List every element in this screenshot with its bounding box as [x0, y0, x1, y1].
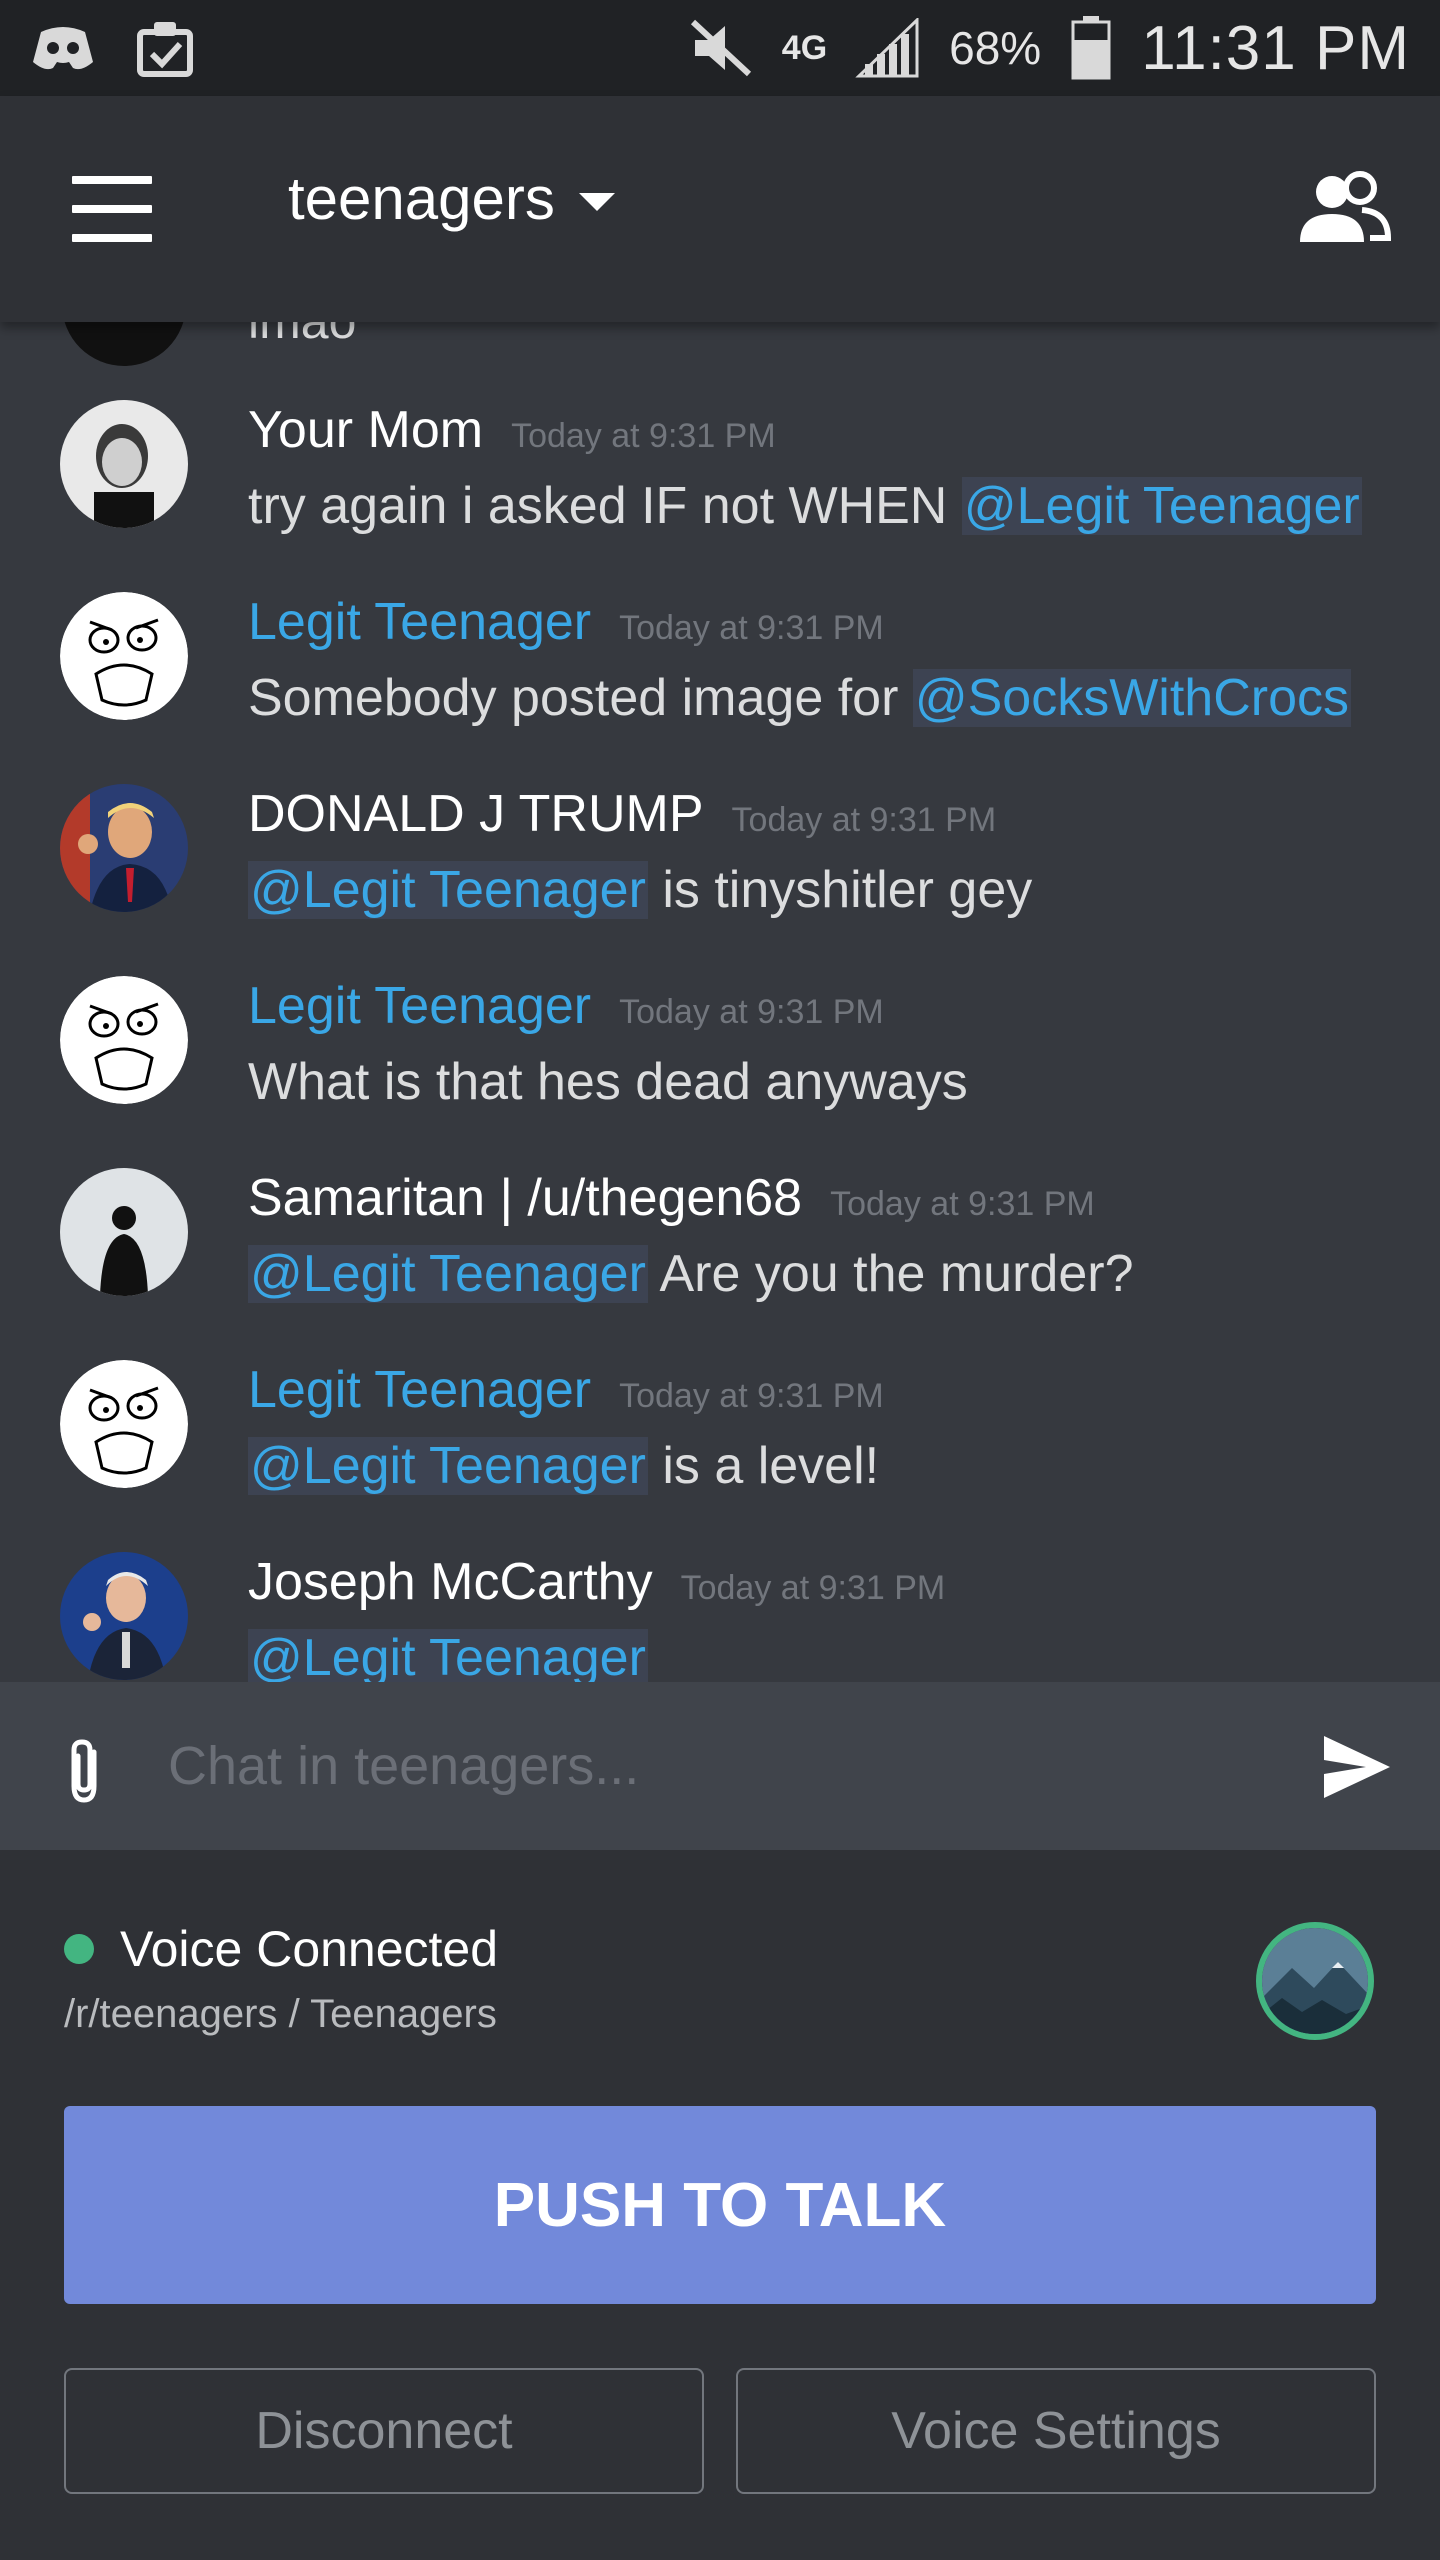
- list-item: Samaritan | /u/thegen68 Today at 9:31 PM…: [0, 1168, 1440, 1348]
- disconnect-button[interactable]: Disconnect: [64, 2368, 704, 2494]
- timestamp: Today at 9:31 PM: [830, 1185, 1095, 1223]
- timestamp: Today at 9:31 PM: [511, 417, 776, 455]
- message-text: try again i asked IF not WHEN @Legit Tee…: [248, 477, 1362, 535]
- members-icon[interactable]: [1296, 170, 1392, 250]
- push-to-talk-button[interactable]: PUSH TO TALK: [64, 2106, 1376, 2304]
- message-text: @Legit Teenager Are you the murder?: [248, 1245, 1134, 1303]
- author-name[interactable]: Samaritan | /u/thegen68: [248, 1168, 802, 1228]
- author-name[interactable]: Legit Teenager: [248, 1360, 591, 1420]
- avatar[interactable]: [60, 1360, 188, 1488]
- user-mention[interactable]: @Legit Teenager: [961, 477, 1362, 535]
- timestamp: Today at 9:31 PM: [680, 1569, 946, 1607]
- voice-settings-button[interactable]: Voice Settings: [736, 2368, 1376, 2494]
- user-mention[interactable]: @SocksWithCrocs: [912, 669, 1352, 727]
- user-mention[interactable]: @Legit Teenager: [248, 1437, 648, 1495]
- status-bar: 4G 68% 11:31 PM: [0, 0, 1440, 96]
- message-text: lmao: [248, 322, 356, 350]
- channel-selector[interactable]: teenagers: [288, 164, 615, 233]
- battery-percent: 68%: [949, 22, 1042, 74]
- list-item: Legit Teenager Today at 9:31 PM @Legit T…: [0, 1360, 1440, 1540]
- channel-name: teenagers: [288, 165, 555, 232]
- list-item: Legit Teenager Today at 9:31 PM What is …: [0, 976, 1440, 1156]
- voice-channel-path: /r/teenagers / Teenagers: [64, 1992, 497, 2036]
- signal-icon: [855, 18, 921, 78]
- server-icon[interactable]: [1256, 1922, 1374, 2040]
- avatar[interactable]: [60, 1168, 188, 1296]
- chat-input[interactable]: [168, 1730, 1248, 1802]
- timestamp: Today at 9:31 PM: [619, 993, 884, 1031]
- message-text: @Legit Teenager is a level!: [248, 1437, 880, 1495]
- network-type: 4G: [781, 28, 828, 67]
- paperclip-icon[interactable]: [60, 1736, 110, 1806]
- list-item: Joseph McCarthy Today at 9:31 PM @Legit …: [0, 1552, 1440, 1682]
- user-mention[interactable]: @Legit Teenager: [248, 1629, 648, 1682]
- send-icon[interactable]: [1322, 1734, 1392, 1800]
- author-name[interactable]: Joseph McCarthy: [248, 1552, 653, 1612]
- user-mention[interactable]: @Legit Teenager: [248, 1245, 648, 1303]
- list-item: DONALD J TRUMP Today at 9:31 PM @Legit T…: [0, 784, 1440, 964]
- message-text: Somebody posted image for @SocksWithCroc…: [248, 669, 1352, 727]
- message-list[interactable]: lmao Your Mom Today at 9:31 PM try again…: [0, 322, 1440, 1682]
- author-name[interactable]: Your Mom: [248, 400, 483, 460]
- author-name[interactable]: DONALD J TRUMP: [248, 784, 704, 844]
- mute-icon: [688, 18, 754, 78]
- hamburger-menu-icon[interactable]: [72, 176, 152, 242]
- message-text: @Legit Teenager: [248, 1628, 648, 1682]
- author-name[interactable]: Legit Teenager: [248, 976, 591, 1036]
- user-mention[interactable]: @Legit Teenager: [248, 861, 648, 919]
- timestamp: Today at 9:31 PM: [731, 801, 997, 839]
- caret-down-icon: [578, 192, 615, 211]
- list-item: Legit Teenager Today at 9:31 PM Somebody…: [0, 592, 1440, 772]
- author-name[interactable]: Legit Teenager: [248, 592, 591, 652]
- voice-status-label: Voice Connected: [120, 1921, 499, 1977]
- avatar[interactable]: [60, 592, 188, 720]
- voice-status: Voice Connected: [64, 1920, 498, 1978]
- connected-dot-icon: [64, 1934, 94, 1964]
- list-item: Your Mom Today at 9:31 PM try again i as…: [0, 400, 1440, 580]
- avatar[interactable]: [60, 400, 188, 528]
- list-item: lmao: [0, 322, 1440, 366]
- channel-header: teenagers: [0, 96, 1440, 322]
- clipboard-check-icon: [132, 18, 198, 78]
- message-composer: [0, 1682, 1440, 1850]
- battery-icon: [1069, 16, 1113, 80]
- timestamp: Today at 9:31 PM: [619, 1377, 884, 1415]
- message-text: What is that hes dead anyways: [248, 1053, 968, 1111]
- timestamp: Today at 9:31 PM: [619, 609, 884, 647]
- voice-panel: Voice Connected /r/teenagers / Teenagers…: [0, 1850, 1440, 2560]
- clock: 11:31 PM: [1141, 13, 1410, 83]
- avatar[interactable]: [60, 784, 188, 912]
- message-text: @Legit Teenager is tinyshitler gey: [248, 861, 1033, 919]
- avatar[interactable]: [62, 322, 186, 366]
- avatar[interactable]: [60, 1552, 188, 1680]
- discord-icon: [30, 18, 96, 78]
- avatar[interactable]: [60, 976, 188, 1104]
